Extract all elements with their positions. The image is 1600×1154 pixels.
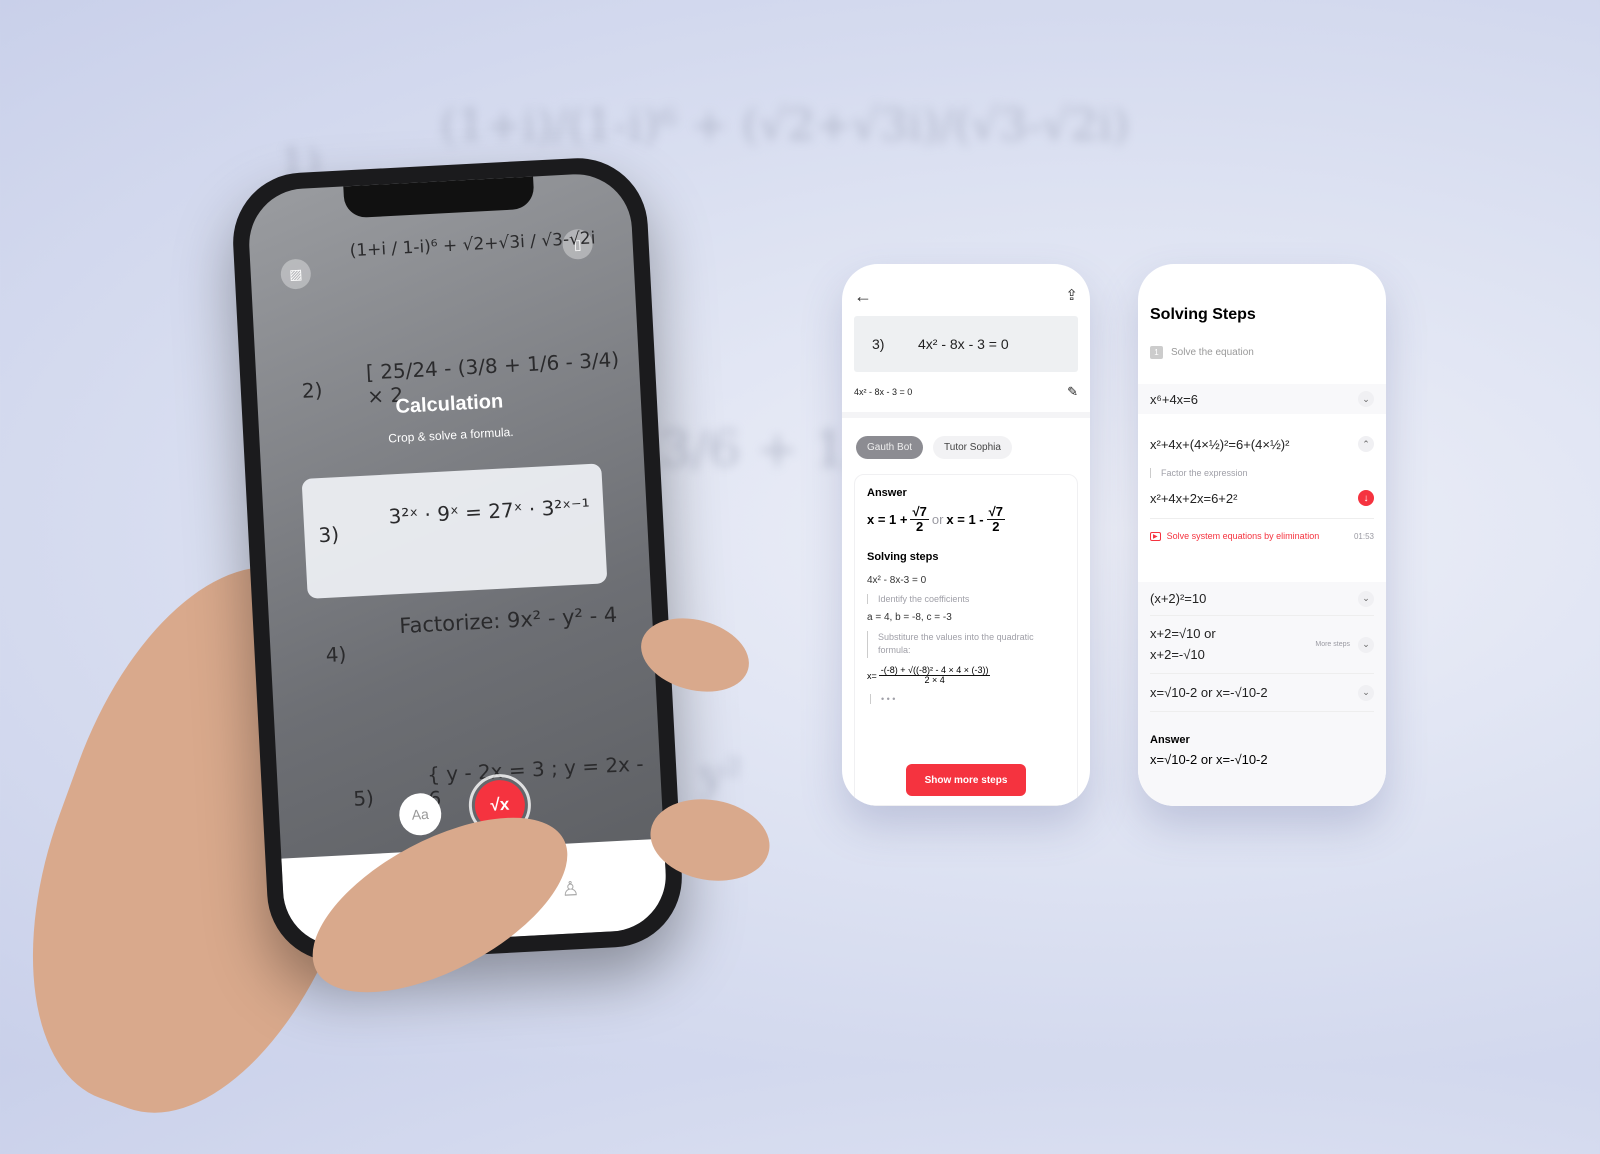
step-note: Factor the expression: [1150, 468, 1374, 478]
share-icon[interactable]: ⇪: [1065, 286, 1078, 304]
solving-steps-card: Solving Steps 1 Solve the equation x⁶+4x…: [1138, 264, 1386, 806]
step-note: Identify the coefficients: [867, 593, 1065, 604]
answer-panel: Answer x = 1 + √7 2 or x = 1 - √7 2 Solvin…: [854, 474, 1078, 806]
answer-heading: Answer: [1150, 734, 1190, 746]
step-expr: x²+4x+2x=6+2²: [1150, 490, 1238, 506]
answer-fraction: √7 2: [986, 504, 1006, 535]
background-formula: y²: [700, 750, 743, 801]
steps-list: (x+2)²=10 ⌄ x+2=√10 or x+2=-√10 More steps…: [1138, 582, 1386, 806]
tab-tutor-sophia[interactable]: Tutor Sophia: [933, 436, 1012, 459]
card-title: Solving Steps: [1150, 306, 1256, 323]
mode-subtitle: Crop & solve a formula.: [387, 424, 514, 446]
formula-5: { y - 2x = 3 ; y = 2x - 6: [426, 751, 645, 811]
video-duration: 01:53: [1353, 531, 1374, 541]
step-header: 1 Solve the equation: [1150, 346, 1254, 359]
quadratic-formula: x= -(-8) + √((-8)² - 4 × 4 × (-3)) 2 × 4: [867, 664, 991, 686]
final-answer: x=√10-2 or x=-√10-2: [1150, 752, 1268, 767]
chevron-down-icon[interactable]: ⌄: [1358, 636, 1374, 653]
formula-4: Factorize: 9x² - y² - 4: [398, 602, 618, 639]
tutor-tabs: Gauth Bot Tutor Sophia: [856, 436, 1012, 459]
divider: [1150, 518, 1374, 519]
more-steps-link[interactable]: More steps: [1315, 641, 1350, 648]
answer-x2: x = 1 -: [946, 512, 984, 528]
download-icon[interactable]: ↓: [1358, 490, 1374, 506]
notch: [342, 176, 535, 219]
gallery-icon[interactable]: ▨: [280, 258, 312, 290]
problem-formula: 4x² - 8x - 3 = 0: [918, 336, 1009, 352]
show-more-steps-button[interactable]: Show more steps: [906, 764, 1026, 796]
background-formula: (1+i)/(1-i)⁶ + (√2+√3i)/(√3-√2i): [440, 100, 1130, 151]
step-note: Substiture the values into the quadratic…: [867, 630, 1065, 658]
recognized-formula: 4x² - 8x - 3 = 0: [854, 387, 913, 397]
step-row[interactable]: x=√10-2 or x=-√10-2 ⌄: [1150, 674, 1374, 712]
formula-4-label: 4): [325, 641, 347, 668]
recognized-row: 4x² - 8x - 3 = 0 ✎: [842, 384, 1090, 400]
video-link[interactable]: ▶ Solve system equations by elimination 0…: [1138, 531, 1386, 541]
step-row[interactable]: x+2=√10 or x+2=-√10 More steps ⌄: [1150, 616, 1374, 674]
answer-heading: Answer: [867, 487, 907, 499]
chevron-up-icon[interactable]: ⌃: [1358, 436, 1374, 452]
solution-card: ← ⇪ 3) 4x² - 8x - 3 = 0 4x² - 8x - 3 = 0…: [842, 264, 1090, 806]
edit-icon[interactable]: ✎: [1067, 384, 1078, 400]
answer-fraction: √7 2: [910, 504, 929, 535]
chevron-down-icon[interactable]: ⌄: [1358, 590, 1374, 607]
problem-image: 3) 4x² - 8x - 3 = 0: [854, 316, 1078, 372]
answer-or: or: [931, 512, 944, 528]
divider: [842, 412, 1090, 418]
crop-box[interactable]: 3) 3²ˣ · 9ˣ = 27ˣ · 3²ˣ⁻¹: [301, 463, 608, 599]
step-row[interactable]: x⁶+4x=6 ⌄: [1138, 384, 1386, 414]
step-label: Solve the equation: [1171, 347, 1254, 358]
chevron-down-icon[interactable]: ⌄: [1358, 684, 1374, 701]
back-icon[interactable]: ←: [854, 286, 872, 307]
tab-gauth-bot[interactable]: Gauth Bot: [856, 436, 924, 459]
answer: x = 1 + √7 2 or x = 1 - √7 2: [867, 504, 1065, 535]
answer-x1: x = 1 +: [867, 512, 908, 528]
profile-tab-icon[interactable]: ♙: [561, 876, 580, 902]
problem-label: 3): [872, 336, 885, 352]
step-expr: 4x² - 8x-3 = 0: [867, 574, 927, 586]
play-icon: ▶: [1150, 531, 1161, 541]
crop-label: 3): [317, 522, 340, 548]
formula-5-label: 5): [352, 785, 375, 811]
chevron-down-icon[interactable]: ⌄: [1358, 391, 1374, 407]
expanded-step: x²+4x+(4×½)²=6+(4×½)² ⌃ Factor the expres…: [1138, 416, 1386, 576]
steps-heading: Solving steps: [867, 550, 939, 563]
formula-1: (1+i / 1-i)⁶ + √2+√3i / √3-√2i: [349, 228, 596, 262]
step-expr: x²+4x+(4×½)²=6+(4×½)²: [1150, 436, 1290, 452]
step-expr: a = 4, b = -8, c = -3: [867, 611, 952, 623]
crop-formula: 3²ˣ · 9ˣ = 27ˣ · 3²ˣ⁻¹: [388, 494, 591, 529]
step-number: 1: [1150, 346, 1163, 359]
step-row[interactable]: (x+2)²=10 ⌄: [1150, 582, 1374, 616]
more-steps-ellipsis: • • •: [870, 694, 1065, 705]
